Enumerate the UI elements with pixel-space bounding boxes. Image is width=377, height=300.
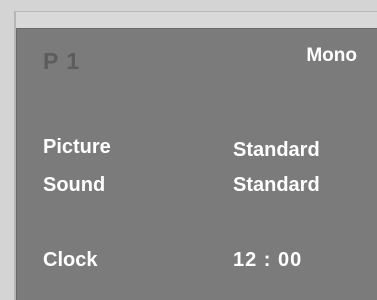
clock-label: Clock xyxy=(43,249,98,271)
sound-mode-value: Standard xyxy=(233,174,320,196)
sound-label: Sound xyxy=(43,174,106,196)
osd-top-bar xyxy=(16,11,377,29)
tv-osd-frame: P 1 Mono Picture Standard Sound Standard… xyxy=(0,0,377,300)
picture-label: Picture xyxy=(43,136,111,158)
channel-number: P 1 xyxy=(43,48,81,74)
clock-value: 12 : 00 xyxy=(233,249,303,271)
picture-mode-value: Standard xyxy=(233,139,320,161)
audio-mode: Mono xyxy=(306,45,357,66)
